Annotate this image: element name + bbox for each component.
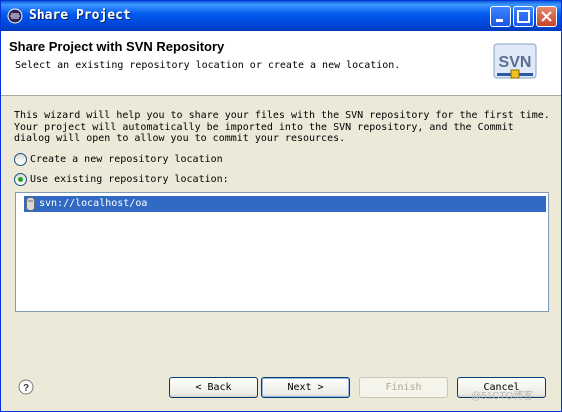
share-project-dialog: Share Project Share Project with SVN Rep…	[0, 0, 562, 412]
use-existing-label: Use existing repository location:	[30, 173, 229, 185]
maximize-button[interactable]	[513, 6, 534, 27]
watermark: @51CTO博客	[471, 391, 534, 402]
repository-icon	[26, 197, 35, 211]
maximize-icon	[517, 10, 530, 23]
create-new-label: Create a new repository location	[30, 153, 223, 165]
wizard-body: This wizard will help you to share your …	[1, 96, 561, 366]
svn-logo-icon: SVN	[493, 43, 537, 79]
help-icon[interactable]: ?	[18, 379, 34, 395]
svg-text:?: ?	[23, 383, 29, 394]
info-line: dialog will open to allow you to commit …	[14, 133, 346, 144]
eclipse-icon	[7, 8, 23, 24]
use-existing-radio[interactable]	[14, 172, 27, 186]
minimize-icon	[496, 19, 503, 22]
repository-list[interactable]: svn://localhost/oa	[15, 192, 549, 312]
svg-text:SVN: SVN	[499, 54, 532, 71]
create-new-radio[interactable]	[14, 152, 27, 166]
minimize-button[interactable]	[490, 6, 511, 27]
close-button[interactable]	[536, 6, 557, 27]
info-text: This wizard will help you to share your …	[14, 110, 554, 145]
create-new-location-option[interactable]: Create a new repository location	[14, 152, 223, 166]
info-line: Your project will automatically be impor…	[14, 121, 514, 133]
wizard-title: Share Project with SVN Repository	[9, 39, 225, 54]
use-existing-location-option[interactable]: Use existing repository location:	[14, 172, 229, 186]
back-button[interactable]: < Back	[169, 377, 258, 398]
info-line: This wizard will help you to share your …	[14, 110, 550, 121]
title-bar[interactable]: Share Project	[1, 1, 561, 31]
finish-button[interactable]: Finish	[359, 377, 448, 398]
window-title: Share Project	[29, 8, 131, 23]
next-button[interactable]: Next >	[261, 377, 350, 398]
repository-url: svn://localhost/oa	[39, 198, 148, 209]
wizard-header: Share Project with SVN Repository Select…	[1, 31, 561, 96]
wizard-description: Select an existing repository location o…	[15, 60, 401, 71]
repository-item[interactable]: svn://localhost/oa	[24, 196, 546, 212]
close-icon	[541, 11, 552, 22]
